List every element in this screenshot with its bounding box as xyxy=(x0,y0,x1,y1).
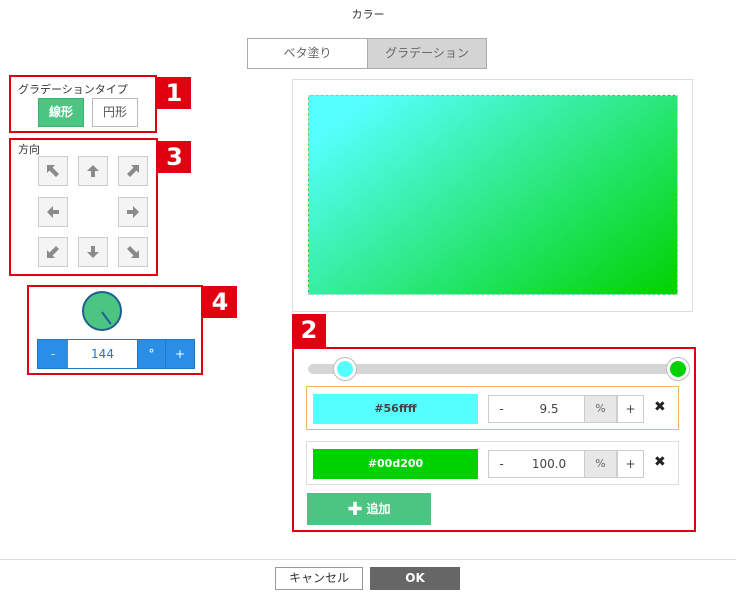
direction-down-button[interactable] xyxy=(78,237,108,267)
cancel-button[interactable]: キャンセル xyxy=(275,567,363,590)
angle-stepper: - 144 ° + xyxy=(37,339,195,369)
arrow-up-left-icon xyxy=(47,165,59,177)
ok-button[interactable]: OK xyxy=(370,567,460,590)
arrow-up-icon xyxy=(87,165,99,177)
position-increase-button[interactable]: + xyxy=(617,450,644,478)
gradient-stop-handle-2[interactable] xyxy=(667,358,689,380)
gradient-stop-slider-track[interactable] xyxy=(308,364,680,374)
arrow-left-icon xyxy=(47,206,59,218)
color-stop-row-1: #56ffff - 9.5 % + ✖ xyxy=(306,386,679,430)
position-decrease-button[interactable]: - xyxy=(488,395,515,423)
add-stop-label: 追加 xyxy=(366,502,391,516)
delete-stop-icon[interactable]: ✖ xyxy=(654,454,666,470)
plus-icon: ✚ xyxy=(347,499,363,520)
direction-up-right-button[interactable] xyxy=(118,156,148,186)
gradient-stop-handle-1[interactable] xyxy=(334,358,356,380)
annotation-badge-3: 3 xyxy=(158,141,191,173)
footer-divider xyxy=(0,559,736,560)
angle-input[interactable]: 144 xyxy=(68,340,137,368)
tab-solid-fill[interactable]: ベタ塗り xyxy=(248,39,367,68)
arrow-down-right-icon xyxy=(127,246,139,258)
position-increase-button[interactable]: + xyxy=(617,395,644,423)
arrow-right-icon xyxy=(127,206,139,218)
gradient-preview xyxy=(308,95,678,295)
arrow-down-icon xyxy=(87,246,99,258)
angle-decrease-button[interactable]: - xyxy=(38,340,68,368)
angle-increase-button[interactable]: + xyxy=(165,340,194,368)
angle-dial-needle xyxy=(101,311,112,325)
angle-dial[interactable] xyxy=(82,291,122,331)
radial-type-button[interactable]: 円形 xyxy=(92,98,138,127)
direction-down-left-button[interactable] xyxy=(38,237,68,267)
arrow-up-right-icon xyxy=(127,165,139,177)
position-unit-label: % xyxy=(584,450,617,478)
position-decrease-button[interactable]: - xyxy=(488,450,515,478)
angle-unit-label: ° xyxy=(137,340,165,368)
annotation-badge-2: 2 xyxy=(292,314,326,347)
direction-up-button[interactable] xyxy=(78,156,108,186)
delete-stop-icon[interactable]: ✖ xyxy=(654,399,666,415)
position-unit-label: % xyxy=(584,395,617,423)
fill-mode-tabs: ベタ塗り グラデーション xyxy=(247,38,487,69)
direction-down-right-button[interactable] xyxy=(118,237,148,267)
gradient-type-label: グラデーションタイプ xyxy=(18,83,128,96)
direction-right-button[interactable] xyxy=(118,197,148,227)
dialog-title: カラー xyxy=(351,8,385,21)
position-input[interactable]: 100.0 xyxy=(514,450,584,478)
tab-gradient[interactable]: グラデーション xyxy=(367,39,486,68)
direction-label: 方向 xyxy=(18,143,40,156)
linear-type-button[interactable]: 線形 xyxy=(38,98,84,127)
arrow-down-left-icon xyxy=(47,246,59,258)
color-stop-swatch[interactable]: #00d200 xyxy=(313,449,478,479)
direction-up-left-button[interactable] xyxy=(38,156,68,186)
color-stop-row-2: #00d200 - 100.0 % + ✖ xyxy=(306,441,679,485)
add-stop-button[interactable]: ✚ 追加 xyxy=(307,493,431,525)
annotation-badge-4: 4 xyxy=(203,286,237,318)
annotation-badge-1: 1 xyxy=(157,77,191,109)
color-stop-swatch[interactable]: #56ffff xyxy=(313,394,478,424)
direction-left-button[interactable] xyxy=(38,197,68,227)
position-input[interactable]: 9.5 xyxy=(514,395,584,423)
